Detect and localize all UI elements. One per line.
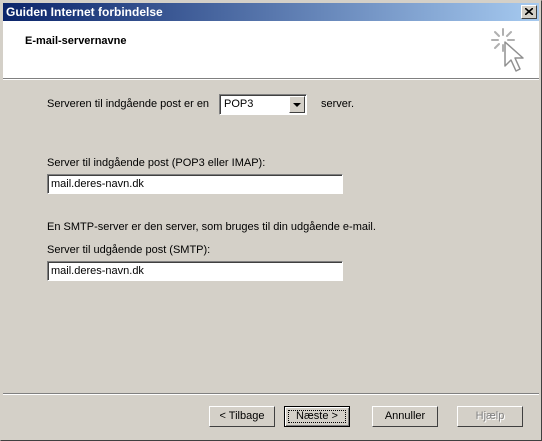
window-title: Guiden Internet forbindelse	[6, 5, 163, 19]
incoming-type-value: POP3	[224, 98, 254, 110]
smtp-info-text: En SMTP-server er den server, som bruges…	[47, 221, 376, 233]
wizard-header: E-mail-servernavne	[3, 21, 539, 78]
incoming-type-suffix: server.	[321, 98, 355, 110]
incoming-server-input[interactable]	[47, 174, 343, 194]
header-divider	[3, 78, 539, 80]
incoming-server-label: Server til indgående post (POP3 eller IM…	[47, 157, 266, 169]
outgoing-server-input[interactable]	[47, 261, 343, 281]
help-button[interactable]: Hjælp	[457, 406, 523, 427]
wizard-window: Guiden Internet forbindelse E-mail-serve…	[0, 0, 542, 441]
cancel-button[interactable]: Annuller	[372, 406, 438, 427]
back-button[interactable]: < Tilbage	[209, 406, 275, 427]
chevron-down-icon	[293, 103, 301, 107]
incoming-type-select[interactable]: POP3	[219, 94, 307, 115]
close-icon	[525, 8, 533, 15]
close-button[interactable]	[521, 5, 537, 19]
footer-divider	[3, 393, 539, 395]
wizard-cursor-icon	[491, 28, 524, 72]
incoming-type-prefix: Serveren til indgående post er en	[47, 98, 210, 110]
title-bar[interactable]: Guiden Internet forbindelse	[3, 3, 539, 21]
focus-rectangle	[288, 410, 346, 423]
dropdown-button[interactable]	[289, 96, 305, 113]
page-title: E-mail-servernavne	[25, 35, 127, 47]
next-button[interactable]: Næste >	[284, 406, 350, 427]
outgoing-server-label: Server til udgående post (SMTP):	[47, 244, 211, 256]
